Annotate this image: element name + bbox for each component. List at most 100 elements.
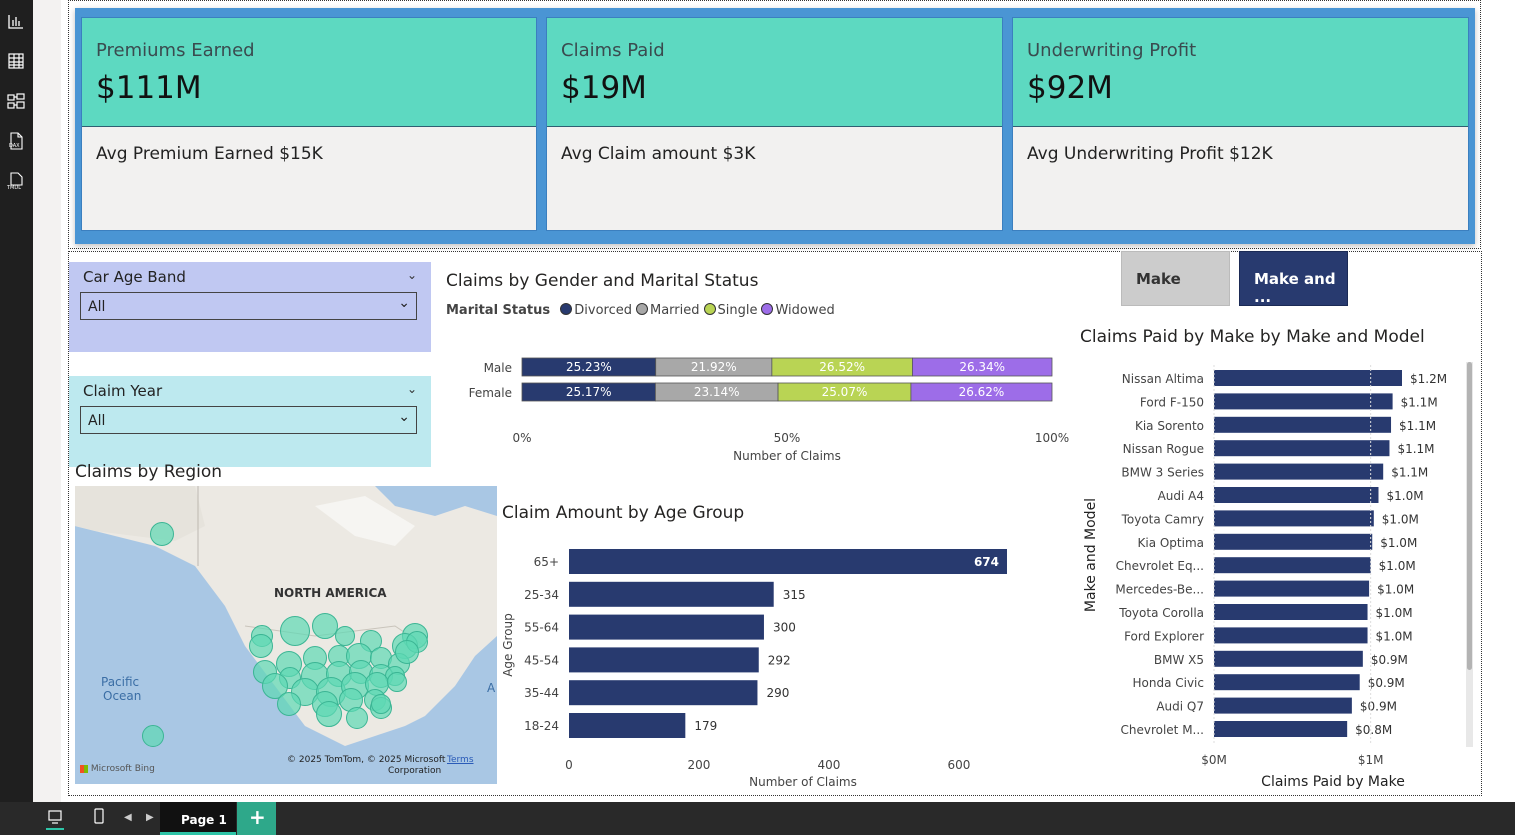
tmdl-view-icon[interactable]: TMDL — [6, 172, 26, 191]
table-view-icon[interactable] — [6, 52, 26, 70]
model-view-icon[interactable] — [6, 92, 26, 110]
kpi-title: Underwriting Profit — [1027, 40, 1197, 61]
bar[interactable] — [569, 647, 759, 673]
bar[interactable] — [1214, 370, 1402, 386]
make-chart-plot[interactable]: Nissan Altima $1.2M Ford F-150 $1.1M Kia Sor… — [1075, 360, 1475, 792]
map-brand: Microsoft Bing — [90, 764, 155, 774]
data-label: $1.0M — [1379, 559, 1416, 573]
bar[interactable] — [1214, 650, 1363, 667]
x-axis-title: Number of Claims — [749, 775, 857, 789]
slicer-value: All — [88, 413, 106, 429]
bar[interactable] — [1214, 697, 1352, 714]
age-chart-plot[interactable]: 65+ 674 25-34 315 55-64 300 45-54 292 35-44 290 18… — [500, 535, 1040, 795]
kpi-card-profit[interactable]: Underwriting Profit $92M Avg Underwritin… — [1012, 17, 1469, 231]
bar[interactable] — [1214, 416, 1392, 433]
claims-region-map[interactable]: NORTH AMERICA Pacific Ocean A © 2025 Tom… — [75, 486, 497, 784]
slicer-claim-year[interactable]: Claim Year ⌄ All ⌄ — [69, 376, 431, 467]
page-tabs-bar: ◀ ▶ Page 1 + — [0, 802, 1515, 835]
kpi-subtitle: Avg Claim amount $3K — [561, 144, 756, 164]
map-terms-link[interactable]: Terms — [447, 755, 474, 765]
add-page-button[interactable]: + — [237, 802, 276, 835]
map-bubble[interactable] — [142, 725, 164, 747]
legend-items[interactable]: Divorced Married Single Widowed — [554, 303, 835, 318]
scrollbar-thumb[interactable] — [1467, 362, 1472, 670]
data-label: $1.1M — [1391, 466, 1428, 480]
bar[interactable] — [1214, 533, 1373, 550]
make-button[interactable]: Make — [1121, 251, 1230, 306]
mobile-view-icon[interactable] — [89, 806, 109, 832]
legend-item[interactable]: Single — [703, 303, 757, 318]
data-label: $0.9M — [1368, 676, 1405, 690]
kpi-card-header: Claims Paid $19M — [547, 18, 1002, 127]
x-tick-label: 0 — [565, 758, 573, 772]
map-bubble[interactable] — [371, 694, 391, 714]
make-model-button-label: Make and ... — [1254, 270, 1336, 306]
bar[interactable] — [1214, 674, 1360, 691]
legend-item[interactable]: Widowed — [761, 303, 835, 318]
slicer-car-age-band[interactable]: Car Age Band ⌄ All ⌄ — [69, 262, 431, 352]
bar[interactable] — [569, 549, 1007, 574]
bar[interactable] — [1214, 604, 1368, 620]
make-model-button[interactable]: Make and ... — [1239, 251, 1348, 306]
category-label: 18-24 — [524, 719, 559, 733]
map-label-ocean: Ocean — [103, 689, 142, 703]
bar[interactable] — [569, 713, 686, 738]
map-bubble[interactable] — [346, 707, 368, 729]
category-label: Honda Civic — [1132, 676, 1204, 690]
legend-marker — [560, 303, 573, 315]
make-chart-scrollbar[interactable] — [1466, 362, 1473, 747]
kpi-card-header: Underwriting Profit $92M — [1013, 18, 1468, 127]
bar[interactable] — [1214, 510, 1374, 527]
map-bubble[interactable] — [249, 634, 273, 658]
bar[interactable] — [569, 581, 774, 607]
chevron-right-icon[interactable]: ▶ — [146, 812, 154, 823]
map-bubble[interactable] — [335, 626, 355, 646]
dax-query-icon[interactable]: DAX — [6, 132, 26, 150]
bar[interactable] — [1214, 627, 1368, 644]
map-label-edge: A — [487, 681, 496, 695]
chevron-down-icon: ⌄ — [398, 295, 410, 311]
kpi-subtitle: Avg Premium Earned $15K — [96, 144, 323, 164]
bar[interactable] — [1214, 721, 1348, 737]
map-bubble[interactable] — [316, 701, 342, 727]
map-bubble[interactable] — [387, 672, 407, 692]
bar[interactable] — [1214, 440, 1390, 457]
x-tick-label: 400 — [817, 758, 840, 772]
map-bubble[interactable] — [277, 692, 301, 716]
bar[interactable] — [1214, 487, 1379, 503]
kpi-value: $19M — [561, 70, 647, 106]
data-label: 179 — [694, 719, 717, 733]
slicer-value: All — [88, 299, 106, 315]
legend-item[interactable]: Married — [635, 303, 700, 318]
bar[interactable] — [569, 614, 764, 640]
map-bubble[interactable] — [395, 640, 419, 664]
chevron-down-icon[interactable]: ⌄ — [407, 268, 417, 282]
bar[interactable] — [1214, 393, 1393, 410]
chevron-down-icon[interactable]: ⌄ — [407, 382, 417, 396]
slicer-dropdown[interactable]: All ⌄ — [80, 292, 417, 320]
bar[interactable] — [569, 680, 758, 706]
category-label: Female — [469, 386, 512, 400]
bar[interactable] — [1214, 463, 1384, 480]
data-label: 23.14% — [694, 385, 740, 399]
kpi-value: $111M — [96, 70, 202, 106]
desktop-view-icon[interactable] — [38, 806, 72, 832]
bar[interactable] — [1214, 557, 1371, 574]
gender-chart-plot[interactable]: Male 25.23% 21.92% 26.52% 26.34% Female 25.17%… — [440, 350, 1080, 465]
category-label: Nissan Rogue — [1123, 442, 1204, 456]
data-label: 674 — [974, 555, 999, 569]
kpi-card-premiums[interactable]: Premiums Earned $111M Avg Premium Earned… — [81, 17, 537, 231]
data-label: 25.07% — [822, 385, 868, 399]
kpi-card-claims[interactable]: Claims Paid $19M Avg Claim amount $3K — [546, 17, 1003, 231]
map-bubble[interactable] — [280, 616, 310, 646]
data-label: $1.2M — [1410, 372, 1447, 386]
x-tick-label: 100% — [1035, 431, 1069, 445]
bar[interactable] — [1214, 580, 1370, 597]
tab-page-1[interactable]: Page 1 — [160, 802, 236, 835]
map-bubble[interactable] — [150, 522, 174, 546]
chevron-left-icon[interactable]: ◀ — [124, 812, 132, 823]
data-label: $0.9M — [1371, 653, 1408, 667]
slicer-dropdown[interactable]: All ⌄ — [80, 406, 417, 434]
report-view-icon[interactable] — [6, 12, 26, 30]
legend-item[interactable]: Divorced — [560, 303, 632, 318]
